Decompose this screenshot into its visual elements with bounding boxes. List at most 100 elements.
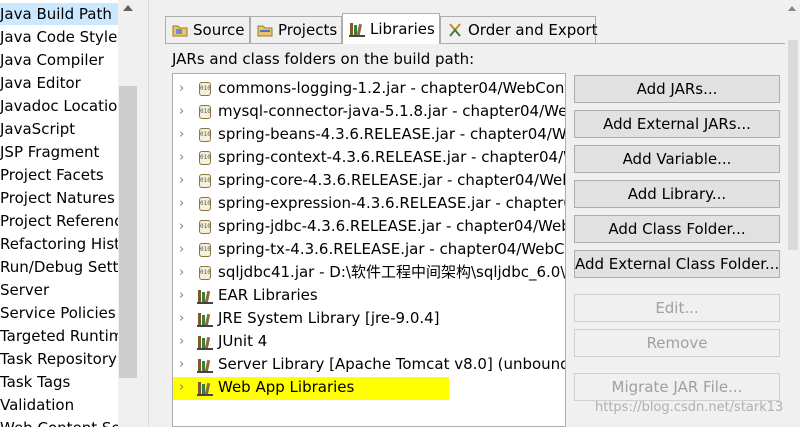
- category-refactoring-history[interactable]: Refactoring History: [0, 233, 118, 255]
- category-service-policies[interactable]: Service Policies: [0, 302, 116, 324]
- tree-row-label: Server Library [Apache Tomcat v8.0] (unb…: [218, 355, 566, 373]
- tab-libraries[interactable]: Libraries: [342, 13, 440, 44]
- library-icon: [197, 380, 213, 396]
- expand-chevron-icon[interactable]: ›: [179, 77, 191, 100]
- category-validation[interactable]: Validation: [0, 394, 74, 416]
- category-project-natures[interactable]: Project Natures: [0, 187, 115, 209]
- pane-divider: [148, 0, 149, 427]
- tree-row[interactable]: › 010 spring-tx-4.3.6.RELEASE.jar - chap…: [173, 238, 565, 261]
- category-jsp-fragment[interactable]: JSP Fragment: [0, 141, 99, 163]
- add-library-button[interactable]: Add Library...: [574, 180, 780, 208]
- expand-chevron-icon[interactable]: ›: [179, 307, 191, 330]
- library-icon: [197, 311, 213, 327]
- category-scrollbar-thumb[interactable]: [119, 86, 137, 378]
- tab-projects-label: Projects: [278, 21, 338, 39]
- category-java-build-path[interactable]: Java Build Path: [0, 3, 118, 25]
- category-run-debug-settings[interactable]: Run/Debug Settings: [0, 256, 118, 278]
- expand-chevron-icon[interactable]: ›: [179, 330, 191, 353]
- expand-chevron-icon[interactable]: ›: [179, 123, 191, 146]
- category-project-facets[interactable]: Project Facets: [0, 164, 104, 186]
- watermark: https://blog.csdn.net/stark13: [595, 400, 784, 415]
- library-icon: [197, 288, 213, 304]
- jar-icon: 010: [197, 196, 213, 212]
- source-folder-icon: [172, 22, 188, 38]
- tree-row[interactable]: › 010 commons-logging-1.2.jar - chapter0…: [173, 77, 565, 100]
- expand-chevron-icon[interactable]: ›: [179, 284, 191, 307]
- expand-chevron-icon[interactable]: ›: [179, 192, 191, 215]
- build-path-tree[interactable]: › 010 commons-logging-1.2.jar - chapter0…: [172, 73, 566, 427]
- tree-row-label: EAR Libraries: [218, 286, 318, 304]
- tree-row-jre-highlighted[interactable]: › JRE System Library [jre-9.0.4]: [173, 307, 565, 330]
- jar-icon: 010: [197, 173, 213, 189]
- expand-chevron-icon[interactable]: ›: [179, 238, 191, 261]
- category-task-tags[interactable]: Task Tags: [0, 371, 70, 393]
- build-path-label: JARs and class folders on the build path…: [172, 50, 475, 68]
- category-targeted-runtimes[interactable]: Targeted Runtimes: [0, 325, 118, 347]
- tree-row[interactable]: › 010 spring-core-4.3.6.RELEASE.jar - ch…: [173, 169, 565, 192]
- category-javascript[interactable]: JavaScript: [0, 118, 75, 140]
- add-jars-button[interactable]: Add JARs...: [574, 75, 780, 103]
- expand-chevron-icon[interactable]: ›: [179, 169, 191, 192]
- tab-order-and-export-label: Order and Export: [468, 21, 598, 39]
- tree-row-label: sqljdbc41.jar - D:\软件工程中间架构\sqljdbc_6.0\…: [218, 263, 566, 281]
- tab-libraries-label: Libraries: [370, 20, 435, 38]
- tree-row-label: commons-logging-1.2.jar - chapter04/WebC…: [218, 79, 565, 97]
- expand-chevron-icon[interactable]: ›: [179, 146, 191, 169]
- tab-order-and-export[interactable]: Order and Export: [440, 16, 598, 43]
- expand-chevron-icon[interactable]: ›: [179, 376, 191, 399]
- tree-row-label: spring-tx-4.3.6.RELEASE.jar - chapter04/…: [218, 240, 565, 258]
- category-javadoc-location[interactable]: Javadoc Location: [0, 95, 118, 117]
- tree-row-label: Web App Libraries: [218, 378, 355, 396]
- tree-row[interactable]: › 010 spring-context-4.3.6.RELEASE.jar -…: [173, 146, 565, 169]
- expand-chevron-icon[interactable]: ›: [179, 100, 191, 123]
- category-scrollbar[interactable]: [118, 0, 138, 427]
- tab-source[interactable]: Source: [165, 16, 250, 43]
- tree-row[interactable]: › JUnit 4: [173, 330, 565, 353]
- tree-row-label: JRE System Library [jre-9.0.4]: [218, 309, 440, 327]
- expand-chevron-icon[interactable]: ›: [179, 215, 191, 238]
- jar-icon: 010: [197, 265, 213, 281]
- tree-row[interactable]: › 010 spring-expression-4.3.6.RELEASE.ja…: [173, 192, 565, 215]
- expand-chevron-icon[interactable]: ›: [179, 261, 191, 284]
- category-java-editor[interactable]: Java Editor: [0, 72, 81, 94]
- tree-row[interactable]: › 010 mysql-connector-java-5.1.8.jar - c…: [173, 100, 566, 123]
- expand-chevron-icon[interactable]: ›: [179, 353, 191, 376]
- jar-icon: 010: [197, 81, 213, 97]
- tree-row[interactable]: › 010 sqljdbc41.jar - D:\软件工程中间架构\sqljdb…: [173, 261, 566, 284]
- add-external-class-folder-button[interactable]: Add External Class Folder...: [574, 250, 780, 278]
- remove-button[interactable]: Remove: [574, 329, 780, 357]
- jar-icon: 010: [197, 242, 213, 258]
- add-class-folder-button[interactable]: Add Class Folder...: [574, 215, 780, 243]
- tab-source-label: Source: [193, 21, 245, 39]
- tree-row[interactable]: › 010 spring-jdbc-4.3.6.RELEASE.jar - ch…: [173, 215, 565, 238]
- migrate-jar-file-button[interactable]: Migrate JAR File...: [574, 373, 780, 401]
- scroll-up-arrow-icon[interactable]: [788, 6, 796, 11]
- category-tree[interactable]: Java Build Path Java Code Style Java Com…: [0, 0, 118, 427]
- tree-row[interactable]: › Server Library [Apache Tomcat v8.0] (u…: [173, 353, 566, 376]
- projects-icon: [257, 22, 273, 38]
- right-scrollbar-thumb[interactable]: [788, 40, 798, 250]
- tree-row-label: JUnit 4: [218, 332, 268, 350]
- library-icon: [197, 334, 213, 350]
- tree-row[interactable]: › EAR Libraries: [173, 284, 565, 307]
- tree-row[interactable]: › 010 spring-beans-4.3.6.RELEASE.jar - c…: [173, 123, 565, 146]
- category-web-content-settings[interactable]: Web Content Settings: [0, 417, 118, 427]
- category-project-references[interactable]: Project References: [0, 210, 118, 232]
- tree-row-label: spring-context-4.3.6.RELEASE.jar - chapt…: [218, 148, 565, 166]
- jar-icon: 010: [197, 219, 213, 235]
- right-scrollbar[interactable]: [785, 0, 800, 427]
- scroll-up-arrow-icon[interactable]: [123, 5, 133, 11]
- tabs-baseline: [165, 43, 800, 44]
- category-task-repository[interactable]: Task Repository: [0, 348, 117, 370]
- add-external-jars-button[interactable]: Add External JARs...: [574, 110, 780, 138]
- jar-icon: 010: [197, 127, 213, 143]
- add-variable-button[interactable]: Add Variable...: [574, 145, 780, 173]
- tab-projects[interactable]: Projects: [250, 16, 342, 43]
- edit-button[interactable]: Edit...: [574, 294, 780, 322]
- category-java-code-style[interactable]: Java Code Style: [0, 26, 117, 48]
- library-icon: [197, 357, 213, 373]
- category-server[interactable]: Server: [0, 279, 49, 301]
- tree-row-label: mysql-connector-java-5.1.8.jar - chapter…: [218, 102, 566, 120]
- tree-row[interactable]: › Web App Libraries: [173, 376, 565, 399]
- category-java-compiler[interactable]: Java Compiler: [0, 49, 104, 71]
